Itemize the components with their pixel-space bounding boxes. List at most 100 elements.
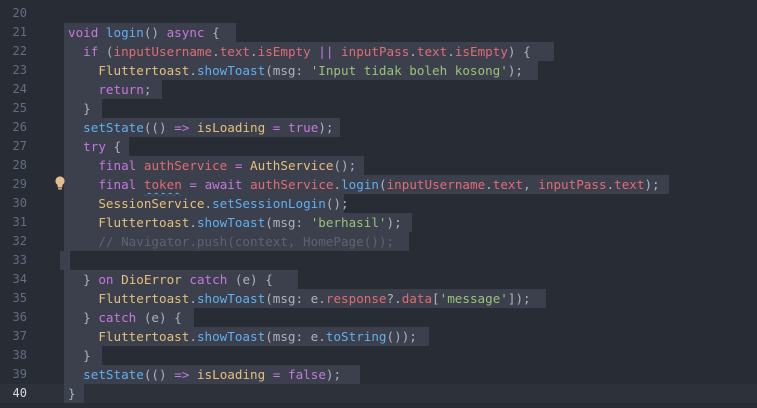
code-token: text [416,44,448,59]
code-text[interactable]: if (inputUsername.text.isEmpty || inputP… [68,42,531,61]
line-number: 23 [12,63,27,77]
code-line[interactable]: 31 Fluttertoast.showToast(msg: 'berhasil… [0,213,757,232]
code-line[interactable]: 26 setState(() => isLoading = true); [0,118,757,137]
code-line[interactable]: 21 void login() async { [0,23,757,42]
code-token: ()); [386,329,417,344]
code-token: async [166,25,205,40]
code-text[interactable]: } [68,99,91,118]
code-token: () [143,25,167,40]
lightbulb-icon[interactable] [53,175,67,191]
code-text[interactable]: final authService = AuthService(); [68,156,356,175]
code-line[interactable]: 38 } [0,346,757,365]
code-token: ) { [507,44,531,59]
code-line[interactable]: 34 } on DioError catch (e) { [0,270,757,289]
code-token: catch [98,310,137,325]
code-line[interactable]: 27 try { [0,137,757,156]
code-text[interactable]: setState(() => isLoading = true); [68,118,334,137]
code-token: Fluttertoast [98,63,190,78]
code-line[interactable]: 28 final authService = AuthService(); [0,156,757,175]
code-line[interactable]: 22 if (inputUsername.text.isEmpty || inp… [0,42,757,61]
code-line[interactable]: 39 setState(() => isLoading = false); [0,365,757,384]
code-token: = [189,177,197,192]
code-text[interactable]: setState(() => isLoading = false); [68,365,341,384]
code-line[interactable]: 35 Fluttertoast.showToast(msg: e.respons… [0,289,757,308]
code-line[interactable]: 37 Fluttertoast.showToast(msg: e.toStrin… [0,327,757,346]
code-line[interactable]: 23 Fluttertoast.showToast(msg: 'Input ti… [0,61,757,80]
code-token: inputUsername [113,44,213,59]
code-text[interactable]: SessionService.setSessionLogin(); [68,194,348,213]
code-token: . [333,177,342,192]
code-token: text [614,177,645,192]
code-token: [ [432,291,440,306]
code-token: => [174,120,190,135]
code-token: SessionService [98,196,205,211]
line-number: 40 [12,386,27,400]
selection-highlight [60,251,70,270]
code-text[interactable]: Fluttertoast.showToast(msg: 'berhasil'); [68,213,402,232]
code-token: catch [189,272,228,287]
code-token: ); [644,177,660,192]
code-token: (msg: [265,215,311,230]
code-token: . [447,44,455,59]
code-token: showToast [196,63,266,78]
code-line[interactable]: 25 } [0,99,757,118]
code-token: . [250,44,258,59]
code-text[interactable]: Fluttertoast.showToast(msg: e.response?.… [68,289,530,308]
code-token: // Navigator.push(context, HomePage()); [98,234,395,249]
code-token: isEmpty [454,44,508,59]
code-token: true [287,120,319,135]
code-text[interactable]: try { [68,137,121,156]
code-token: ); [386,215,402,230]
code-line[interactable]: 36 } catch (e) { [0,308,757,327]
line-number: 29 [12,177,27,191]
code-text[interactable]: Fluttertoast.showToast(msg: 'Input tidak… [68,61,523,80]
code-token: . [409,44,417,59]
line-number: 26 [12,120,27,134]
code-token: inputUsername [386,177,486,192]
code-line[interactable]: 24 return; [0,80,757,99]
code-text[interactable]: } on DioError catch (e) { [68,270,273,289]
code-token: ); [507,63,523,78]
code-token: } [68,348,91,363]
code-token: setSessionLogin [212,196,326,211]
code-token: return [98,82,144,97]
code-token: ); [318,120,334,135]
line-number: 36 [12,310,27,324]
code-text[interactable]: return; [68,80,151,99]
code-token: inputPass [538,177,607,192]
code-token: ); [325,367,342,382]
code-line[interactable]: 32 // Navigator.push(context, HomePage()… [0,232,757,251]
code-text[interactable]: void login() async { [68,23,220,42]
code-text[interactable]: } [68,346,91,365]
code-text[interactable]: // Navigator.push(context, HomePage()); [68,232,394,251]
code-text[interactable]: } [68,384,76,403]
code-token: Fluttertoast [98,291,190,306]
code-line[interactable]: 40} [0,384,757,403]
code-line[interactable]: 29 final token = await authService.login… [0,175,757,194]
code-editor[interactable]: 20 21 void login() async {22 if (inputUser… [0,0,757,408]
code-line[interactable]: 20 [0,4,757,23]
code-token: inputPass [341,44,410,59]
code-text[interactable]: } catch (e) { [68,308,182,327]
line-number: 20 [12,6,27,20]
code-token: authService [250,177,334,192]
code-token: token [143,177,182,192]
code-line[interactable]: 30 SessionService.setSessionLogin(); [0,194,757,213]
code-token: . [189,329,197,344]
code-token: 'message' [439,291,508,306]
code-token: if [83,44,99,59]
code-token: (() [143,367,175,382]
code-text[interactable]: final token = await authService.login(in… [68,175,660,194]
code-line[interactable]: 33 [0,251,757,270]
code-text[interactable]: Fluttertoast.showToast(msg: e.toString()… [68,327,417,346]
